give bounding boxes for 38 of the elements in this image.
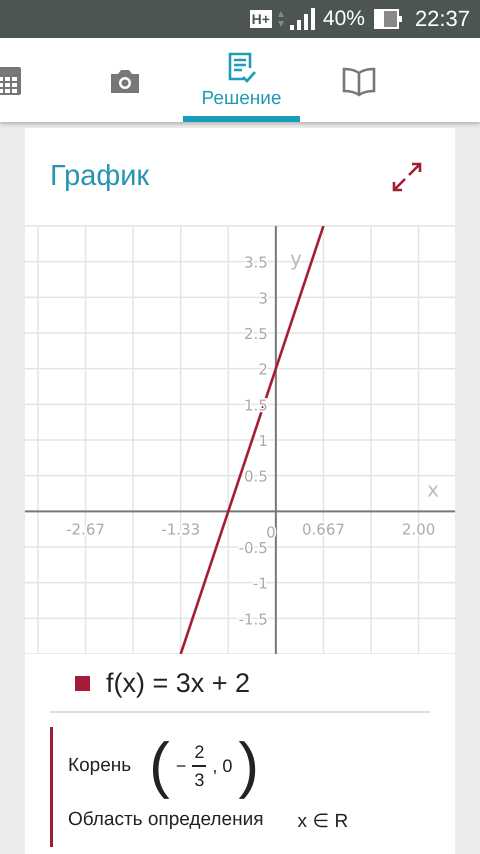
camera-icon bbox=[108, 67, 140, 95]
tick-label: 3 bbox=[258, 289, 268, 308]
tick-label: 0 bbox=[266, 523, 276, 542]
fraction: 2 3 bbox=[192, 742, 206, 790]
root-value: , 0 bbox=[212, 756, 232, 776]
clock: 22:37 bbox=[414, 6, 470, 32]
tick-label: 3.5 bbox=[244, 254, 268, 272]
card-title: График bbox=[50, 160, 150, 193]
tick-label: 0.667 bbox=[302, 520, 345, 538]
tick-label: 0.5 bbox=[244, 468, 268, 486]
root-label: Корень bbox=[68, 755, 132, 777]
tick-label: 1 bbox=[258, 432, 268, 450]
y-axis-label: y bbox=[290, 246, 302, 271]
function-formula: f(x) = 3x + 2 bbox=[106, 668, 250, 699]
tick-label: -0.5 bbox=[238, 539, 268, 557]
open-parenthesis: ( bbox=[149, 731, 170, 801]
domain-label: Область определения bbox=[68, 809, 264, 832]
tick-label: 2.00 bbox=[402, 520, 436, 538]
tick-label: -1 bbox=[252, 574, 268, 593]
tick-label: 2.5 bbox=[244, 325, 268, 343]
tab-label: Решение bbox=[202, 88, 282, 110]
tick-label: -2.67 bbox=[66, 520, 105, 538]
expand-icon[interactable] bbox=[391, 160, 423, 192]
signal-icon bbox=[290, 8, 316, 30]
data-arrows-icon bbox=[276, 10, 285, 28]
checked-document-icon bbox=[226, 52, 258, 84]
x-axis-label: x bbox=[427, 477, 439, 502]
book-icon bbox=[342, 65, 376, 97]
battery-icon bbox=[374, 9, 402, 29]
tab[interactable]: Решение bbox=[183, 38, 300, 122]
minus-sign: − bbox=[176, 756, 186, 776]
tick-label: -1.5 bbox=[238, 610, 268, 628]
network-type-icon: H+ bbox=[250, 10, 272, 28]
battery-percent: 40% bbox=[322, 7, 365, 31]
close-parenthesis: ) bbox=[238, 731, 260, 801]
tick-label: 2 bbox=[258, 360, 268, 379]
domain-value: x ∈ R bbox=[297, 810, 348, 833]
tick-label: -1.33 bbox=[161, 520, 200, 538]
